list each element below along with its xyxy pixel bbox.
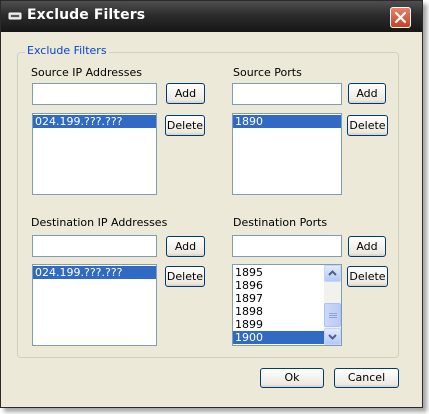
ok-button[interactable]: Ok (260, 368, 324, 388)
app-icon (8, 11, 22, 21)
scroll-thumb[interactable] (324, 303, 341, 327)
destination-ports-add-button[interactable]: Add (348, 236, 386, 257)
list-item[interactable]: 1895 (233, 266, 324, 279)
vertical-scrollbar[interactable] (324, 265, 341, 345)
scroll-down-icon[interactable] (324, 328, 341, 345)
scroll-grip (329, 315, 337, 316)
source-ip-label: Source IP Addresses (31, 66, 142, 79)
cancel-button[interactable]: Cancel (334, 368, 399, 388)
destination-ip-add-button[interactable]: Add (166, 236, 205, 257)
source-ports-input[interactable] (232, 83, 342, 105)
destination-ip-label: Destination IP Addresses (31, 216, 168, 229)
list-items: 1895 1896 1897 1898 1899 1900 (233, 265, 324, 344)
list-item[interactable]: 1899 (233, 318, 324, 331)
list-item[interactable]: 1898 (233, 305, 324, 318)
list-item[interactable]: 1897 (233, 292, 324, 305)
title-bar[interactable]: Exclude Filters (1, 1, 422, 32)
list-items: 024.199.???.??? (33, 265, 156, 279)
window-title: Exclude Filters (27, 7, 146, 23)
scroll-grip (329, 317, 337, 318)
source-ip-add-button[interactable]: Add (166, 83, 205, 104)
destination-ip-delete-button[interactable]: Delete (165, 266, 205, 287)
destination-ports-input[interactable] (232, 235, 342, 257)
source-ip-delete-button[interactable]: Delete (165, 115, 205, 136)
source-ports-add-button[interactable]: Add (348, 83, 386, 104)
list-item[interactable]: 1890 (233, 115, 341, 128)
close-icon (394, 11, 407, 24)
source-ports-delete-button[interactable]: Delete (347, 115, 388, 136)
list-items: 024.199.???.??? (33, 114, 156, 128)
exclude-filters-dialog: Exclude Filters Exclude Filters Source I… (0, 0, 423, 408)
destination-ports-label: Destination Ports (233, 216, 328, 229)
destination-ip-input[interactable] (32, 235, 157, 257)
destination-ports-delete-button[interactable]: Delete (347, 266, 388, 287)
list-item[interactable]: 1900 (233, 331, 324, 344)
scroll-grip (329, 313, 337, 314)
source-ports-list[interactable]: 1890 (232, 113, 342, 195)
close-button[interactable] (390, 7, 411, 28)
source-ip-input[interactable] (32, 83, 157, 105)
source-ports-label: Source Ports (233, 66, 302, 79)
source-ip-list[interactable]: 024.199.???.??? (32, 113, 157, 195)
list-item[interactable]: 024.199.???.??? (33, 266, 156, 279)
scroll-up-icon[interactable] (324, 265, 341, 282)
list-item[interactable]: 1896 (233, 279, 324, 292)
group-legend: Exclude Filters (25, 44, 109, 57)
destination-ip-list[interactable]: 024.199.???.??? (32, 264, 157, 346)
list-items: 1890 (233, 114, 341, 128)
destination-ports-list[interactable]: 1895 1896 1897 1898 1899 1900 (232, 264, 342, 346)
list-item[interactable]: 024.199.???.??? (33, 115, 156, 128)
